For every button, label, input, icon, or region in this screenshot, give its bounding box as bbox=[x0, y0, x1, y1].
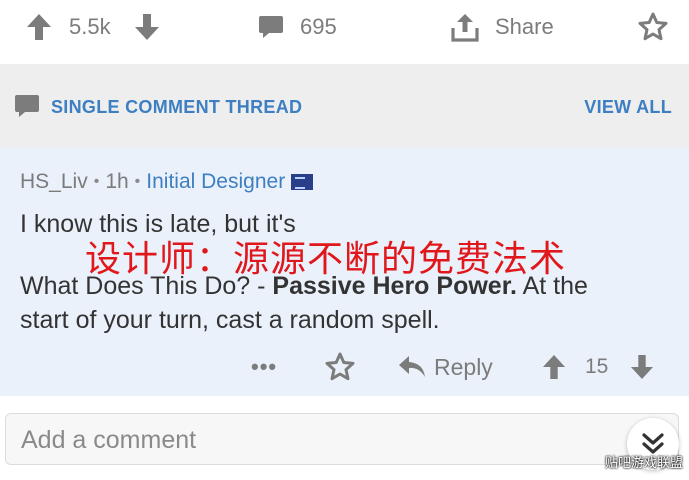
comment-composer: Add a comment bbox=[0, 396, 689, 480]
overlay-caption: 设计师：源源不断的免费法术 bbox=[85, 239, 567, 280]
comment-upvote-button[interactable] bbox=[542, 351, 566, 383]
flair-badge-icon bbox=[291, 174, 314, 190]
comment-meta: HS_Liv • 1h • Initial Designer bbox=[20, 170, 314, 194]
post-action-bar: 5.5k 695 Share bbox=[0, 0, 689, 64]
comment-age: 1h bbox=[105, 170, 129, 193]
comment-icon bbox=[14, 93, 40, 119]
comment-author[interactable]: HS_Liv bbox=[20, 170, 88, 194]
share-icon bbox=[451, 12, 479, 42]
arrow-down-icon bbox=[134, 13, 160, 41]
reply-button[interactable]: Reply bbox=[398, 351, 493, 383]
arrow-down-icon bbox=[630, 354, 654, 380]
meta-separator: • bbox=[134, 173, 141, 190]
arrow-up-icon bbox=[542, 354, 566, 380]
user-flair: Initial Designer bbox=[146, 170, 286, 193]
speech-bubble-icon bbox=[258, 14, 284, 40]
upvote-button[interactable] bbox=[26, 11, 52, 43]
watermark: 贴吧游戏联盟 bbox=[604, 456, 683, 471]
reply-arrow-icon bbox=[398, 355, 426, 379]
comment-score: 15 bbox=[585, 355, 609, 378]
arrow-up-icon bbox=[26, 13, 52, 41]
comment-downvote-button[interactable] bbox=[630, 351, 654, 383]
comment-count: 695 bbox=[300, 11, 337, 43]
post-score-value: 5.5k bbox=[69, 14, 111, 39]
meta-separator: • bbox=[93, 173, 100, 190]
share-label: Share bbox=[495, 14, 554, 39]
post-score: 5.5k bbox=[69, 11, 111, 43]
star-icon bbox=[638, 12, 668, 42]
star-icon bbox=[325, 352, 355, 382]
add-comment-input[interactable]: Add a comment bbox=[5, 413, 679, 465]
downvote-button[interactable] bbox=[134, 11, 160, 43]
more-options-button[interactable]: ••• bbox=[251, 351, 277, 383]
view-all-link[interactable]: VIEW ALL bbox=[584, 97, 672, 118]
comment-count-value: 695 bbox=[300, 14, 337, 39]
thread-header: SINGLE COMMENT THREAD VIEW ALL bbox=[0, 64, 689, 148]
share-button[interactable]: Share bbox=[451, 11, 554, 43]
save-button[interactable] bbox=[638, 11, 668, 43]
reply-label: Reply bbox=[434, 353, 493, 380]
comment-save-button[interactable] bbox=[325, 351, 355, 383]
comment-action-bar: ••• Reply 15 bbox=[0, 351, 689, 383]
comment-body-line: start of your turn, cast a random spell. bbox=[20, 306, 440, 334]
thread-title: SINGLE COMMENT THREAD bbox=[51, 97, 303, 117]
comments-button[interactable] bbox=[258, 11, 284, 43]
